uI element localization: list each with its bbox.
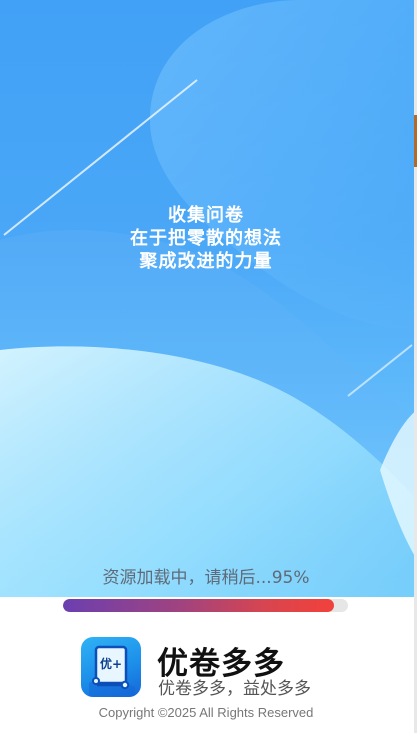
splash-slogan: 收集问卷 在于把零散的想法 聚成改进的力量 [0,204,412,273]
hero-background-art [0,0,417,597]
slogan-line-2: 在于把零散的想法 [130,228,282,249]
loading-progress-fill [63,599,334,612]
survey-logo-icon: 优+ [81,637,141,697]
logo-artwork: 优+ [89,645,135,697]
slogan-line-1: 收集问卷 [168,205,244,226]
slogan-line-3: 聚成改进的力量 [139,251,273,272]
copyright-text: Copyright ©2025 All Rights Reserved [98,705,314,720]
loading-progress-bar [63,599,348,612]
app-tagline: 优卷多多，益处多多 [158,679,311,699]
logo-glyph: 优+ [100,656,122,671]
loading-status-text: 资源加载中，请稍后...95% [102,568,310,588]
hero-banner: 收集问卷 在于把零散的想法 聚成改进的力量 资源加载中，请稍后...95% [0,0,417,597]
splash-screen: 收集问卷 在于把零散的想法 聚成改进的力量 资源加载中，请稍后...95% 优+… [0,0,417,733]
